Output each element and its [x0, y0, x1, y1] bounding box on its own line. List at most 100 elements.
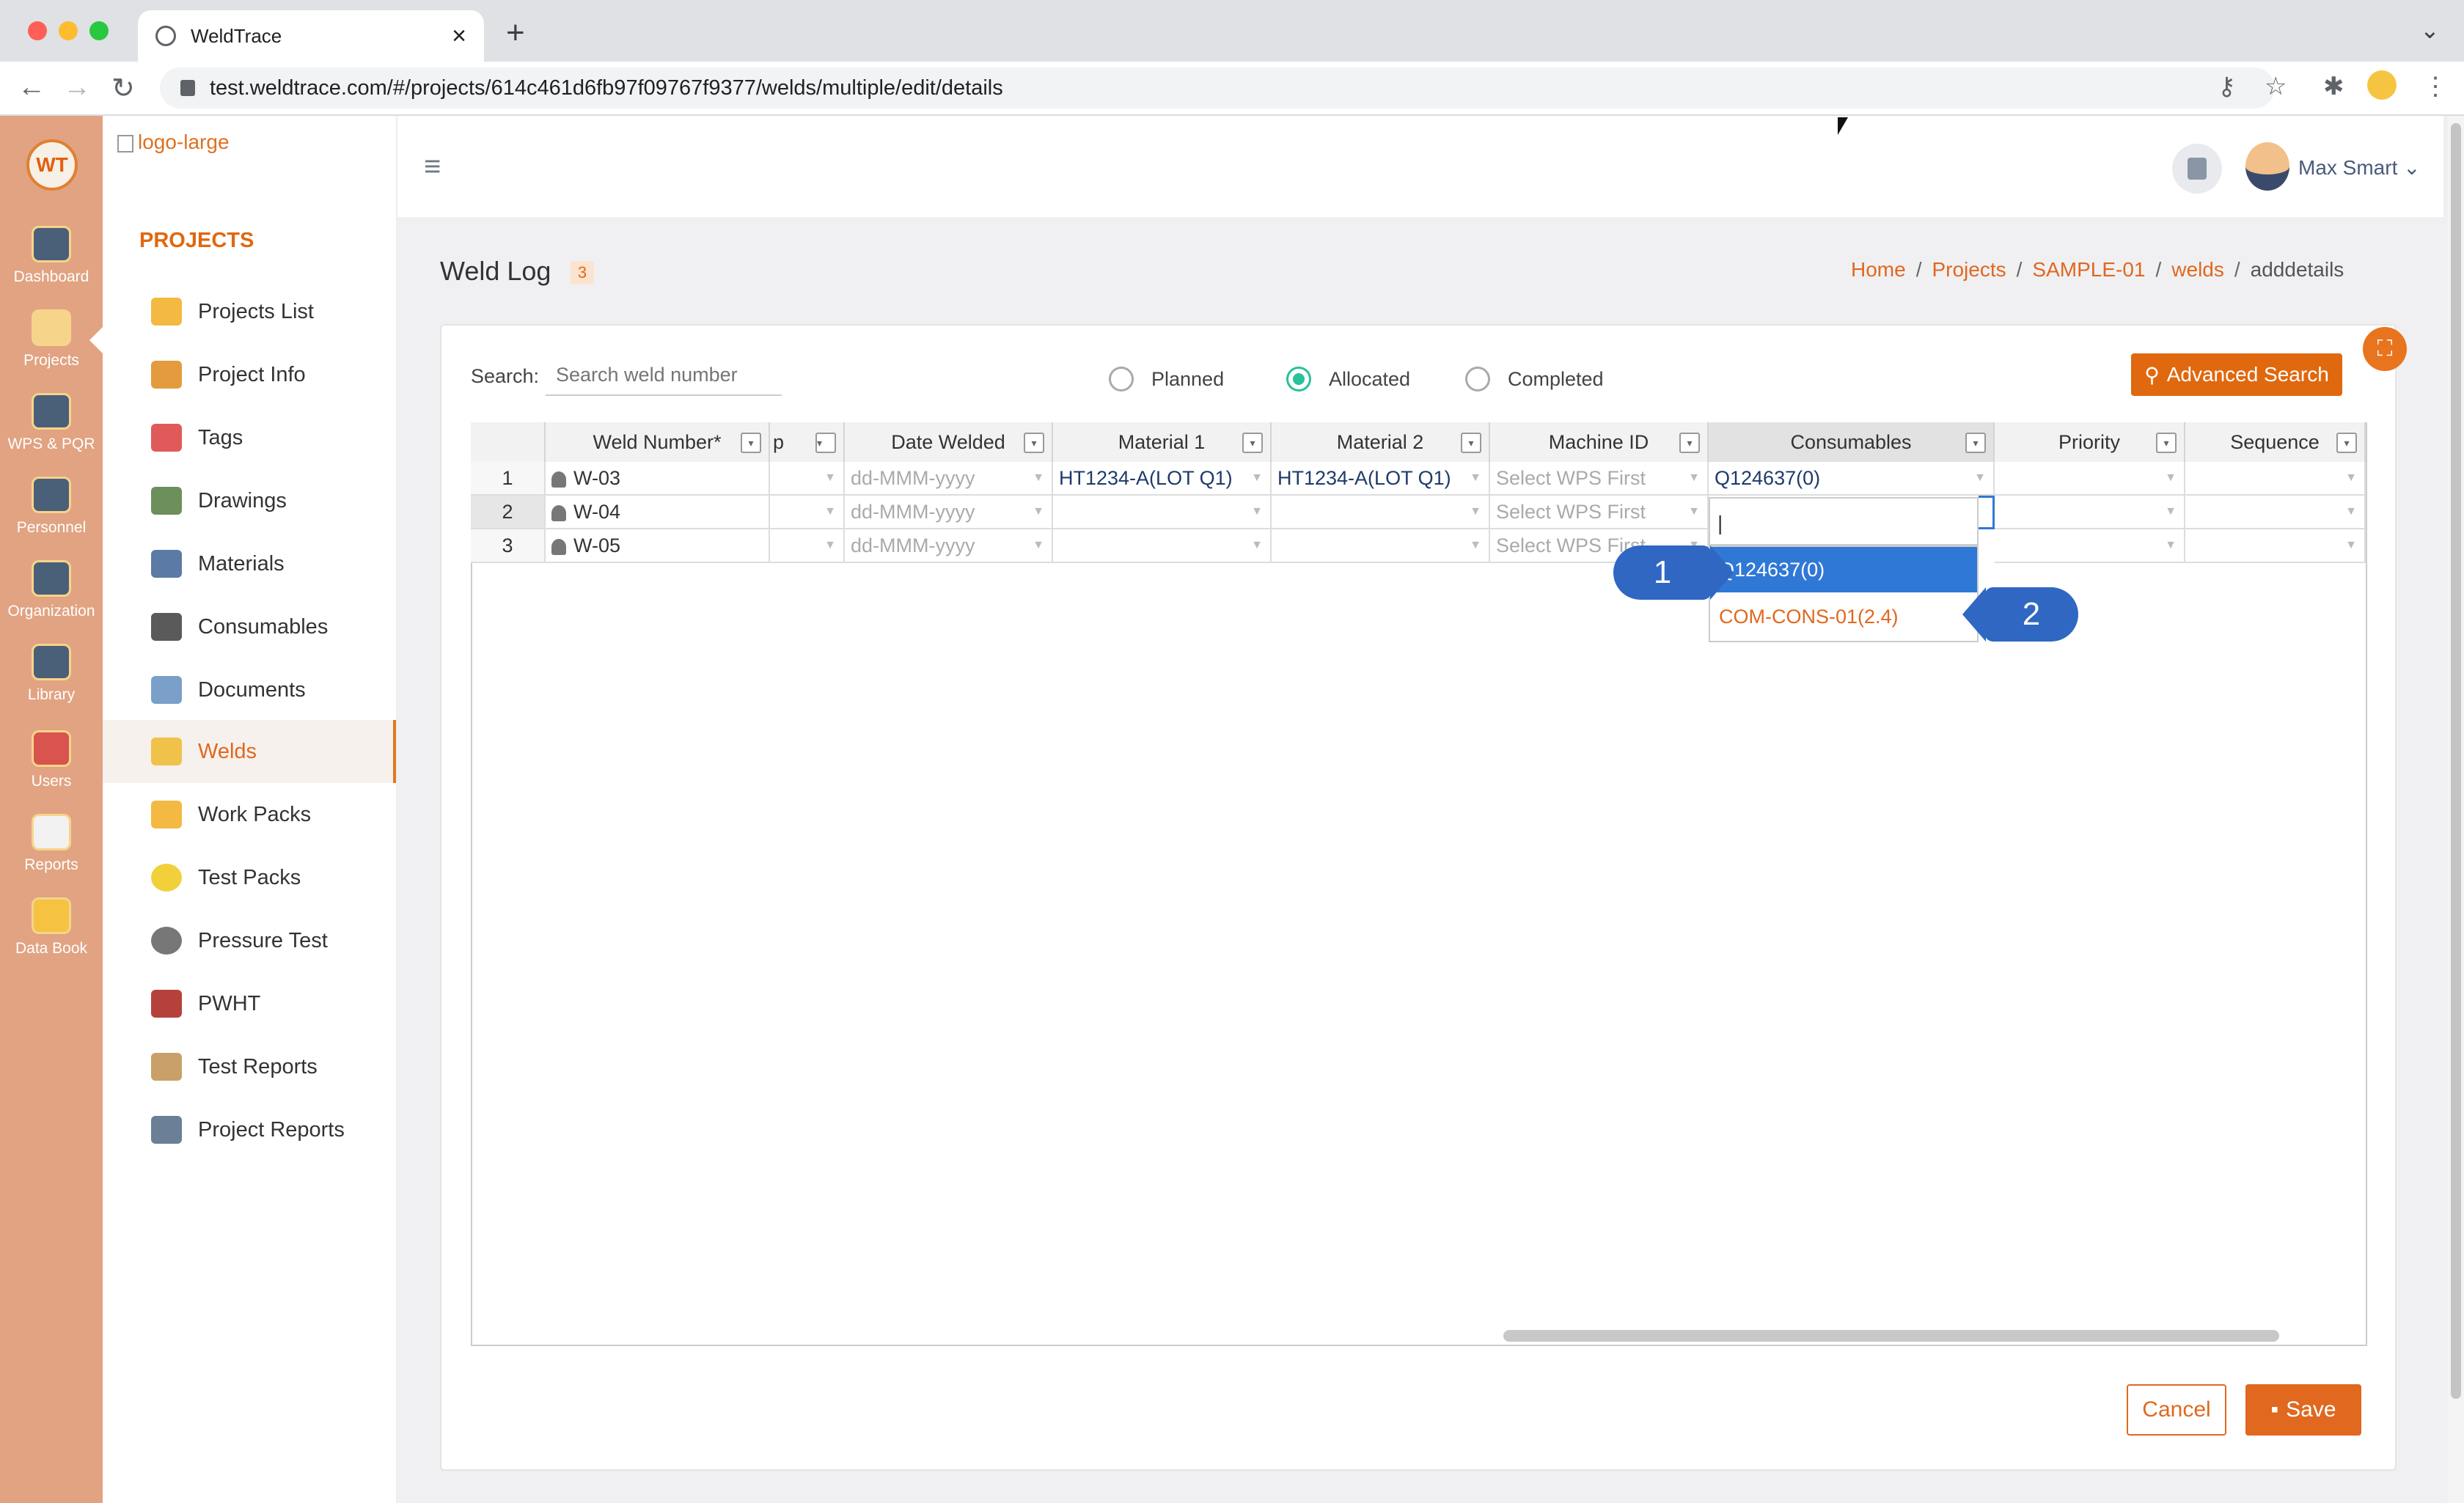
breadcrumb-welds[interactable]: welds — [2171, 258, 2224, 282]
grid-header-machine-id[interactable]: Machine ID ▾ — [1490, 422, 1709, 463]
column-filter-icon[interactable]: ▾ — [1679, 433, 1700, 453]
sidebar-item-pwht[interactable]: PWHT — [103, 972, 396, 1035]
rail-item-data-book[interactable]: Data Book — [0, 897, 103, 958]
sidebar-item-work-packs[interactable]: Work Packs — [103, 783, 396, 846]
row-number[interactable]: 3 — [471, 529, 546, 563]
weld-number-cell[interactable]: W-04 — [546, 496, 770, 529]
material-2-cell[interactable]: ▼ — [1272, 529, 1490, 563]
minimize-window-button[interactable] — [59, 21, 78, 40]
rail-item-projects[interactable]: Projects — [0, 309, 103, 370]
kebab-menu-icon[interactable]: ⋮ — [2423, 72, 2448, 101]
consumables-cell[interactable]: Q124637(0) ▼ — [1709, 462, 1995, 496]
date-welded-cell[interactable]: dd-MMM-yyyy ▼ — [845, 462, 1053, 496]
weld-number-cell[interactable]: W-03 — [546, 462, 770, 496]
column-filter-icon[interactable]: ▾ — [741, 433, 761, 453]
browser-tab[interactable]: WeldTrace × — [138, 10, 484, 62]
forward-arrow-icon[interactable]: → — [63, 72, 91, 103]
breadcrumb-projects[interactable]: Projects — [1932, 258, 2006, 282]
grid-header-p[interactable]: p ▾ — [770, 422, 845, 463]
rail-item-reports[interactable]: Reports — [0, 814, 103, 874]
star-icon[interactable]: ☆ — [2265, 72, 2287, 101]
column-filter-icon[interactable]: ▾ — [1965, 433, 1986, 453]
page-vertical-scrollbar[interactable] — [2448, 116, 2464, 1503]
sidebar-item-test-reports[interactable]: Test Reports — [103, 1035, 396, 1098]
breadcrumb-sample-01[interactable]: SAMPLE-01 — [2032, 258, 2145, 282]
p-cell[interactable]: ▼ — [770, 462, 845, 496]
grid-header-weld-number[interactable]: Weld Number* ▾ — [546, 422, 770, 463]
grid-header-priority[interactable]: Priority ▾ — [1995, 422, 2185, 463]
grid-header-material-1[interactable]: Material 1 ▾ — [1053, 422, 1272, 463]
radio-planned[interactable]: Planned — [1109, 367, 1224, 392]
priority-cell[interactable]: ▼ — [1995, 496, 2185, 529]
grid-horizontal-scrollbar[interactable] — [1503, 1330, 2279, 1342]
sequence-cell[interactable]: ▼ — [2185, 529, 2366, 563]
weld-number-cell[interactable]: W-05 — [546, 529, 770, 563]
key-icon[interactable]: ⚷ — [2218, 72, 2236, 101]
sidebar-item-project-reports[interactable]: Project Reports — [103, 1098, 396, 1161]
machine-id-cell[interactable]: Select WPS First ▼ — [1490, 462, 1709, 496]
scrollbar-thumb[interactable] — [2451, 123, 2461, 1399]
sidebar-item-documents[interactable]: Documents — [103, 658, 396, 721]
date-welded-cell[interactable]: dd-MMM-yyyy ▼ — [845, 496, 1053, 529]
sidebar-item-test-packs[interactable]: Test Packs — [103, 846, 396, 909]
advanced-search-button[interactable]: ⚲ Advanced Search — [2131, 353, 2342, 396]
sidebar-item-projects-list[interactable]: Projects List — [103, 280, 396, 343]
row-number[interactable]: 1 — [471, 462, 546, 496]
rail-item-wps-pqr[interactable]: WPS & PQR — [0, 393, 103, 453]
radio-allocated[interactable]: Allocated — [1286, 367, 1410, 392]
back-arrow-icon[interactable]: ← — [18, 72, 45, 103]
grid-header-date-welded[interactable]: Date Welded ▾ — [845, 422, 1053, 463]
row-number[interactable]: 2 — [471, 496, 546, 529]
notebook-button[interactable] — [2172, 144, 2222, 194]
sequence-cell[interactable]: ▼ — [2185, 496, 2366, 529]
p-cell[interactable]: ▼ — [770, 496, 845, 529]
material-2-cell[interactable]: HT1234-A(LOT Q1) ▼ — [1272, 462, 1490, 496]
address-bar[interactable]: test.weldtrace.com/#/projects/614c461d6f… — [160, 67, 2275, 109]
hamburger-menu-icon[interactable]: ≡ — [424, 150, 441, 183]
machine-id-cell[interactable]: Select WPS First ▼ — [1490, 496, 1709, 529]
dropdown-option[interactable]: COM-CONS-01(2.4) — [1710, 594, 1977, 639]
cancel-button[interactable]: Cancel — [2127, 1384, 2226, 1436]
rail-item-personnel[interactable]: Personnel — [0, 477, 103, 537]
user-menu[interactable]: Max Smart ⌄ — [2298, 155, 2421, 180]
date-welded-cell[interactable]: dd-MMM-yyyy ▼ — [845, 529, 1053, 563]
close-window-button[interactable] — [28, 21, 47, 40]
sidebar-item-welds[interactable]: Welds — [103, 720, 396, 783]
zoom-window-button[interactable] — [89, 21, 109, 40]
user-avatar[interactable] — [2245, 142, 2289, 191]
search-weld-input[interactable] — [546, 355, 782, 396]
fullscreen-expand-icon[interactable]: ⛶ — [2363, 327, 2407, 371]
priority-cell[interactable]: ▼ — [1995, 462, 2185, 496]
priority-cell[interactable]: ▼ — [1995, 529, 2185, 563]
sidebar-item-consumables[interactable]: Consumables — [103, 595, 396, 658]
radio-completed[interactable]: Completed — [1465, 367, 1604, 392]
breadcrumb-home[interactable]: Home — [1851, 258, 1906, 282]
sidebar-item-drawings[interactable]: Drawings — [103, 469, 396, 532]
rail-item-organization[interactable]: Organization — [0, 560, 103, 620]
column-filter-icon[interactable]: ▾ — [1024, 433, 1044, 453]
reload-icon[interactable]: ↻ — [111, 72, 135, 105]
dropdown-option[interactable]: Q124637(0) — [1710, 547, 1977, 592]
column-filter-icon[interactable]: ▾ — [1461, 433, 1481, 453]
grid-header-material-2[interactable]: Material 2 ▾ — [1272, 422, 1490, 463]
material-1-cell[interactable]: HT1234-A(LOT Q1) ▼ — [1053, 462, 1272, 496]
column-filter-icon[interactable]: ▾ — [2336, 433, 2357, 453]
consumables-editor-input[interactable]: | — [1709, 497, 1979, 545]
sidebar-item-pressure-test[interactable]: Pressure Test — [103, 909, 396, 972]
material-2-cell[interactable]: ▼ — [1272, 496, 1490, 529]
tab-search-chevron-icon[interactable]: ⌄ — [2420, 16, 2440, 44]
column-filter-icon[interactable]: ▾ — [2156, 433, 2177, 453]
sidebar-item-project-info[interactable]: Project Info — [103, 343, 396, 406]
sidebar-item-tags[interactable]: Tags — [103, 406, 396, 469]
save-button[interactable]: ▪ Save — [2245, 1384, 2361, 1436]
new-tab-button[interactable]: + — [506, 15, 525, 51]
sequence-cell[interactable]: ▼ — [2185, 462, 2366, 496]
rail-item-library[interactable]: Library — [0, 644, 103, 704]
grid-header-sequence[interactable]: Sequence ▾ — [2185, 422, 2366, 463]
sidebar-item-materials[interactable]: Materials — [103, 532, 396, 595]
material-1-cell[interactable]: ▼ — [1053, 496, 1272, 529]
puzzle-extension-icon[interactable]: ✱ — [2323, 72, 2344, 101]
grid-header-consumables[interactable]: Consumables ▾ — [1709, 422, 1995, 463]
tab-close-icon[interactable]: × — [452, 22, 466, 51]
column-filter-icon[interactable]: ▾ — [815, 433, 836, 453]
